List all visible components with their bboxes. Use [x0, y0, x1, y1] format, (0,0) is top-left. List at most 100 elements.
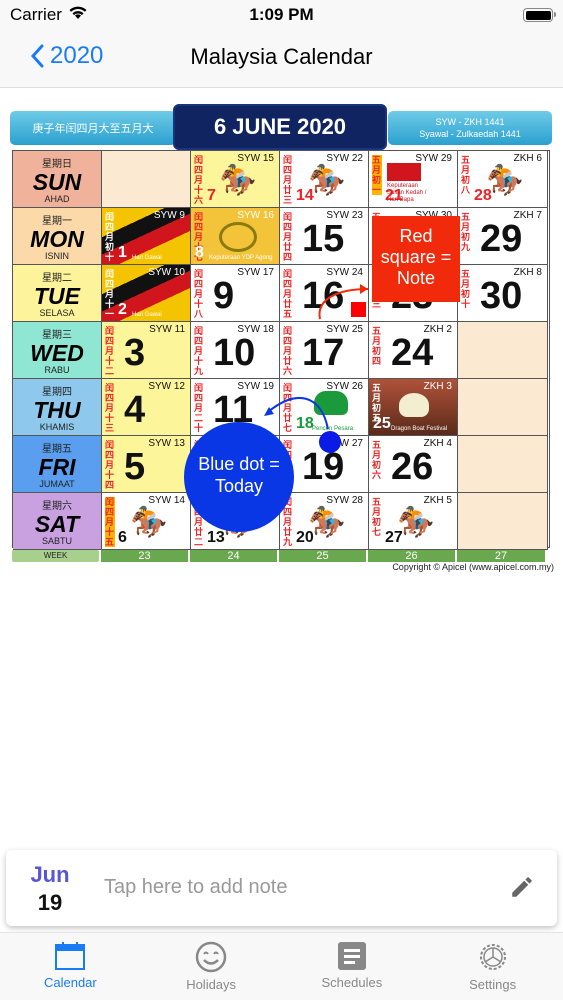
day-number: 29 — [480, 218, 523, 260]
day-header-fri: 星期五 FRI JUMAAT — [13, 436, 102, 493]
lunar-date: 闰四月初十 — [105, 212, 115, 262]
lunar-date: 闰四月十六 — [194, 155, 204, 205]
date-cell-2[interactable]: 闰四月十一 SYW 10 2 Hari Gawai — [102, 265, 191, 322]
day-number: 1 — [118, 244, 127, 261]
empty-cell — [458, 436, 548, 493]
date-cell-24[interactable]: 五月初四 ZKH 2 24 — [369, 322, 458, 379]
day-number: 13 — [207, 529, 225, 546]
calendar-image[interactable]: 庚子年闰四月大至五月大 6 JUNE 2020 SYW - ZKH 1441 S… — [8, 104, 556, 574]
date-cell-30[interactable]: 五月初十 ZKH 8 30 — [458, 265, 548, 322]
day-number: 28 — [474, 187, 492, 204]
day-name-english: SUN — [32, 168, 82, 195]
page-title: Malaysia Calendar — [190, 44, 373, 69]
week-number: 24 — [190, 550, 277, 562]
day-name-english: WED — [30, 339, 84, 366]
lunar-date: 五月初四 — [372, 326, 382, 366]
day-number: 19 — [302, 446, 345, 488]
hijri-header-line2: Syawal - Zulkaedah 1441 — [419, 129, 521, 139]
day-name-chinese: 星期三 — [42, 329, 72, 341]
day-number: 26 — [391, 446, 434, 488]
day-name-chinese: 星期四 — [42, 386, 72, 398]
note-month: Jun — [30, 862, 70, 887]
lunar-date: 闰四月廿五 — [283, 269, 293, 319]
date-cell-8[interactable]: 闰四月十七 SYW 16 8 Keputeraan YDP Agong — [191, 208, 280, 265]
day-name-english: THU — [33, 396, 81, 423]
day-name-malay: KHAMIS — [39, 421, 75, 432]
hijri-date: SYW 11 — [149, 324, 185, 335]
note-day: 19 — [37, 890, 63, 915]
day-header-tue: 星期二 TUE SELASA — [13, 265, 102, 322]
lunar-date: 闰四月二十 — [194, 383, 204, 433]
lunar-date: 闰四月廿三 — [283, 155, 293, 205]
hijri-date: ZKH 3 — [423, 381, 452, 392]
tab-label: Schedules — [321, 975, 383, 990]
date-cell-26[interactable]: 五月初六 ZKH 4 26 — [369, 436, 458, 493]
note-bar[interactable]: Jun 19 Tap here to add note — [6, 850, 557, 926]
date-cell-10[interactable]: 闰四月十九 SYW 18 10 — [191, 322, 280, 379]
day-number: 17 — [302, 332, 345, 374]
holiday-label: Keputeraan Sultan Kedah / Hari Bapa — [387, 183, 427, 203]
day-name-english: SAT — [34, 510, 80, 537]
week-number: 23 — [101, 550, 188, 562]
holiday-label: Dragon Boat Festival — [391, 426, 448, 432]
day-name-english: FRI — [38, 453, 76, 480]
day-number: 6 — [118, 529, 127, 546]
day-name-english: MON — [30, 225, 84, 252]
lunar-date: 五月初七 — [372, 497, 382, 537]
hijri-month-header: SYW - ZKH 1441 Syawal - Zulkaedah 1441 — [388, 111, 552, 145]
day-header-mon: 星期一 MON ISNIN — [13, 208, 102, 265]
date-cell-7[interactable]: 闰四月十六 SYW 15 🏇 7 — [191, 151, 280, 208]
date-cell-14[interactable]: 闰四月廿三 SYW 22 🏇 14 — [280, 151, 369, 208]
smiley-icon — [195, 941, 227, 973]
note-arrow-icon — [318, 284, 369, 320]
coat-of-arms-icon — [219, 222, 257, 252]
day-number: 20 — [296, 529, 314, 546]
lunar-date: 五月初一 — [372, 155, 382, 195]
day-number: 30 — [480, 275, 523, 317]
date-cell-17[interactable]: 闰四月廿六 SYW 25 17 — [280, 322, 369, 379]
week-number: 25 — [279, 550, 366, 562]
day-number: 24 — [391, 332, 434, 374]
date-cell-15[interactable]: 闰四月廿四 SYW 23 15 — [280, 208, 369, 265]
date-cell-27[interactable]: 五月初七 ZKH 5 🏇 27 — [369, 493, 458, 550]
today-marker[interactable] — [319, 431, 341, 453]
empty-cell — [102, 151, 191, 208]
note-input[interactable]: Tap here to add note — [104, 876, 287, 899]
date-cell-21[interactable]: 五月初一 SYW 29 21 Keputeraan Sultan Kedah / Ha… — [369, 151, 458, 208]
tab-schedules[interactable]: Schedules — [282, 933, 423, 1000]
day-header-wed: 星期三 WED RABU — [13, 322, 102, 379]
empty-cell — [458, 379, 548, 436]
date-cell-1[interactable]: 闰四月初十 SYW 9 1 Hari Gawai — [102, 208, 191, 265]
day-name-chinese: 星期五 — [42, 443, 72, 455]
hijri-date: SYW 17 — [237, 267, 274, 278]
date-cell-6[interactable]: 闰四月十五 SYW 14 🏇 6 — [102, 493, 191, 550]
day-number: 4 — [124, 389, 146, 431]
date-cell-25[interactable]: 五月初五 ZKH 3 25 Dragon Boat Festival — [369, 379, 458, 436]
tab-bar: Calendar Holidays Schedules Settings — [0, 932, 563, 1000]
date-cell-3[interactable]: 闰四月十二 SYW 11 3 — [102, 322, 191, 379]
tab-holidays[interactable]: Holidays — [141, 933, 282, 1000]
date-cell-9[interactable]: 闰四月十八 SYW 17 9 — [191, 265, 280, 322]
pencil-icon[interactable] — [509, 874, 535, 905]
date-cell-5[interactable]: 闰四月十四 SYW 13 5 — [102, 436, 191, 493]
tab-settings[interactable]: Settings — [422, 933, 563, 1000]
day-header-sun: 星期日 SUN AHAD — [13, 151, 102, 208]
day-number: 10 — [213, 332, 256, 374]
date-cell-4[interactable]: 闰四月十三 SYW 12 4 — [102, 379, 191, 436]
day-number: 5 — [124, 446, 146, 488]
calendar-icon — [55, 942, 86, 970]
day-number: 14 — [296, 187, 314, 204]
day-name-malay: SELASA — [39, 307, 75, 318]
dumpling-icon — [399, 393, 429, 417]
date-cell-20[interactable]: 闰四月廿九SYW 28🏇20 — [280, 493, 369, 550]
week-number: 27 — [457, 550, 545, 562]
day-number: 25 — [373, 415, 391, 432]
holiday-label: Hari Gawai — [132, 312, 162, 318]
tab-calendar[interactable]: Calendar — [0, 933, 141, 1000]
lunar-date: 闰四月十四 — [105, 440, 115, 490]
hijri-date: SYW 10 — [148, 267, 185, 278]
date-cell-29[interactable]: 五月初九 ZKH 7 29 — [458, 208, 548, 265]
day-name-chinese: 星期一 — [42, 215, 72, 227]
date-cell-28[interactable]: 五月初八 ZKH 6 🏇 28 — [458, 151, 548, 208]
day-number: 7 — [207, 187, 216, 204]
